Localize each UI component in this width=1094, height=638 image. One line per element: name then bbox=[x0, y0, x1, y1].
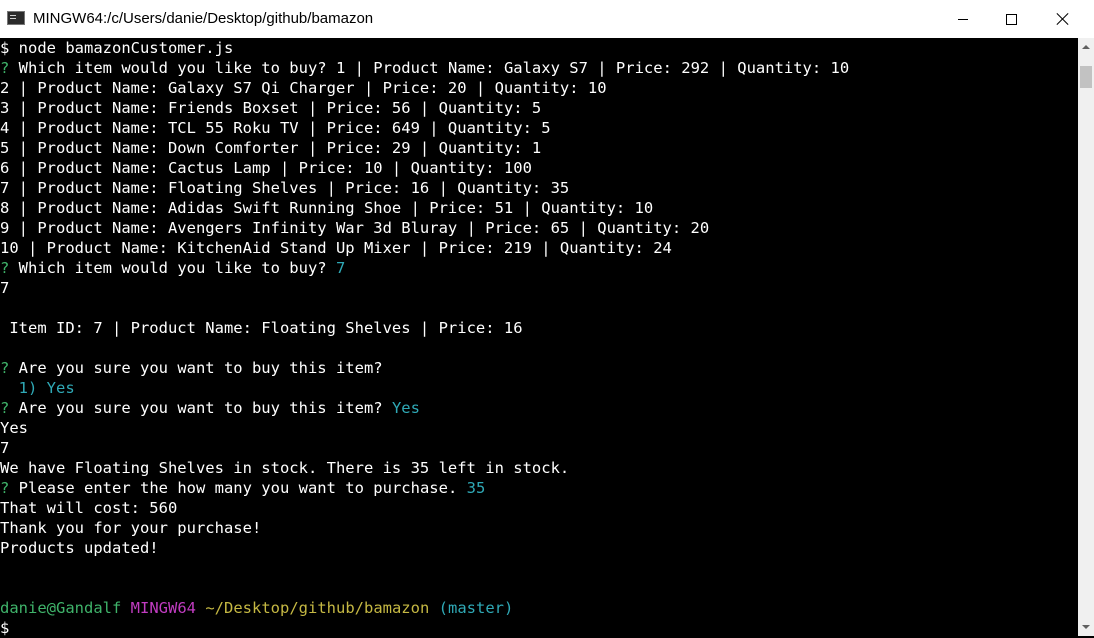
prompt-dollar: $ bbox=[0, 619, 10, 637]
terminal-output[interactable]: $ node bamazonCustomer.js ? Which item w… bbox=[0, 38, 1078, 638]
question-text: Are you sure you want to buy this item? bbox=[9, 399, 392, 417]
terminal-window: MINGW64:/c/Users/danie/Desktop/github/ba… bbox=[0, 0, 1094, 638]
window-title: MINGW64:/c/Users/danie/Desktop/github/ba… bbox=[33, 10, 374, 27]
prompt-path: ~/Desktop/github/bamazon bbox=[205, 599, 430, 617]
shell-prompt-line: danie@Gandalf MINGW64 ~/Desktop/github/b… bbox=[0, 598, 1078, 618]
echo-line: Yes bbox=[0, 419, 28, 437]
prompt-system: MINGW64 bbox=[130, 599, 196, 617]
choice-option-yes: 1) Yes bbox=[0, 379, 75, 397]
prompt-mark: ? bbox=[0, 59, 10, 77]
minimize-icon bbox=[958, 18, 968, 20]
selected-item-line: Item ID: 7 | Product Name: Floating Shel… bbox=[0, 319, 523, 337]
prompt-mark: ? bbox=[0, 399, 10, 417]
prompt-user-host: danie@Gandalf bbox=[0, 599, 122, 617]
prompt-branch: (master) bbox=[438, 599, 514, 617]
product-item-5: 5 | Product Name: Down Comforter | Price… bbox=[0, 139, 542, 157]
product-item-3: 3 | Product Name: Friends Boxset | Price… bbox=[0, 99, 542, 117]
chevron-down-icon bbox=[1082, 625, 1090, 629]
product-item-10: 10 | Product Name: KitchenAid Stand Up M… bbox=[0, 239, 672, 257]
maximize-icon bbox=[1005, 13, 1017, 25]
product-item-9: 9 | Product Name: Avengers Infinity War … bbox=[0, 219, 710, 237]
answer-text: Yes bbox=[391, 399, 420, 417]
prompt-mark: ? bbox=[0, 479, 10, 497]
scrollbar-thumb[interactable] bbox=[1080, 66, 1092, 88]
prompt-mark: ? bbox=[0, 359, 10, 377]
question-text: Which item would you like to buy? bbox=[9, 259, 336, 277]
question-text: Please enter the how many you want to pu… bbox=[9, 479, 467, 497]
chevron-up-icon bbox=[1082, 45, 1090, 49]
thanks-line: Thank you for your purchase! bbox=[0, 519, 262, 537]
prompt-mark: ? bbox=[0, 259, 10, 277]
question-line: ? Which item would you like to buy? 7 bbox=[0, 258, 1078, 278]
minimize-button[interactable] bbox=[940, 0, 986, 38]
terminal-icon bbox=[7, 11, 25, 25]
title-bar[interactable]: MINGW64:/c/Users/danie/Desktop/github/ba… bbox=[0, 0, 1094, 38]
vertical-scrollbar[interactable] bbox=[1078, 38, 1094, 636]
product-item-7: 7 | Product Name: Floating Shelves | Pri… bbox=[0, 179, 570, 197]
stock-message: We have Floating Shelves in stock. There… bbox=[0, 459, 570, 477]
product-item-4: 4 | Product Name: TCL 55 Roku TV | Price… bbox=[0, 119, 551, 137]
cost-line: That will cost: 560 bbox=[0, 499, 178, 517]
answer-text: 35 bbox=[466, 479, 486, 497]
product-item-1: 1 | Product Name: Galaxy S7 | Price: 292… bbox=[335, 59, 850, 77]
updated-line: Products updated! bbox=[0, 539, 159, 557]
question-line: ? Are you sure you want to buy this item… bbox=[0, 358, 1078, 378]
question-line: ? Are you sure you want to buy this item… bbox=[0, 398, 1078, 418]
answer-text: 7 bbox=[335, 259, 346, 277]
question-text: Are you sure you want to buy this item? bbox=[9, 359, 383, 377]
scroll-down-button[interactable] bbox=[1078, 618, 1094, 636]
product-item-2: 2 | Product Name: Galaxy S7 Qi Charger |… bbox=[0, 79, 607, 97]
question-line: ? Which item would you like to buy? 1 | … bbox=[0, 58, 1078, 78]
shell-input-line[interactable]: $ bbox=[0, 618, 1078, 638]
close-icon bbox=[1056, 12, 1070, 26]
echo-line: 7 bbox=[0, 439, 10, 457]
maximize-button[interactable] bbox=[988, 0, 1034, 38]
product-item-6: 6 | Product Name: Cactus Lamp | Price: 1… bbox=[0, 159, 532, 177]
question-text: Which item would you like to buy? bbox=[9, 59, 336, 77]
command-line: $ node bamazonCustomer.js bbox=[0, 39, 234, 57]
product-item-8: 8 | Product Name: Adidas Swift Running S… bbox=[0, 199, 654, 217]
question-line: ? Please enter the how many you want to … bbox=[0, 478, 1078, 498]
scroll-up-button[interactable] bbox=[1078, 38, 1094, 56]
close-button[interactable] bbox=[1040, 0, 1086, 38]
echo-line: 7 bbox=[0, 279, 10, 297]
